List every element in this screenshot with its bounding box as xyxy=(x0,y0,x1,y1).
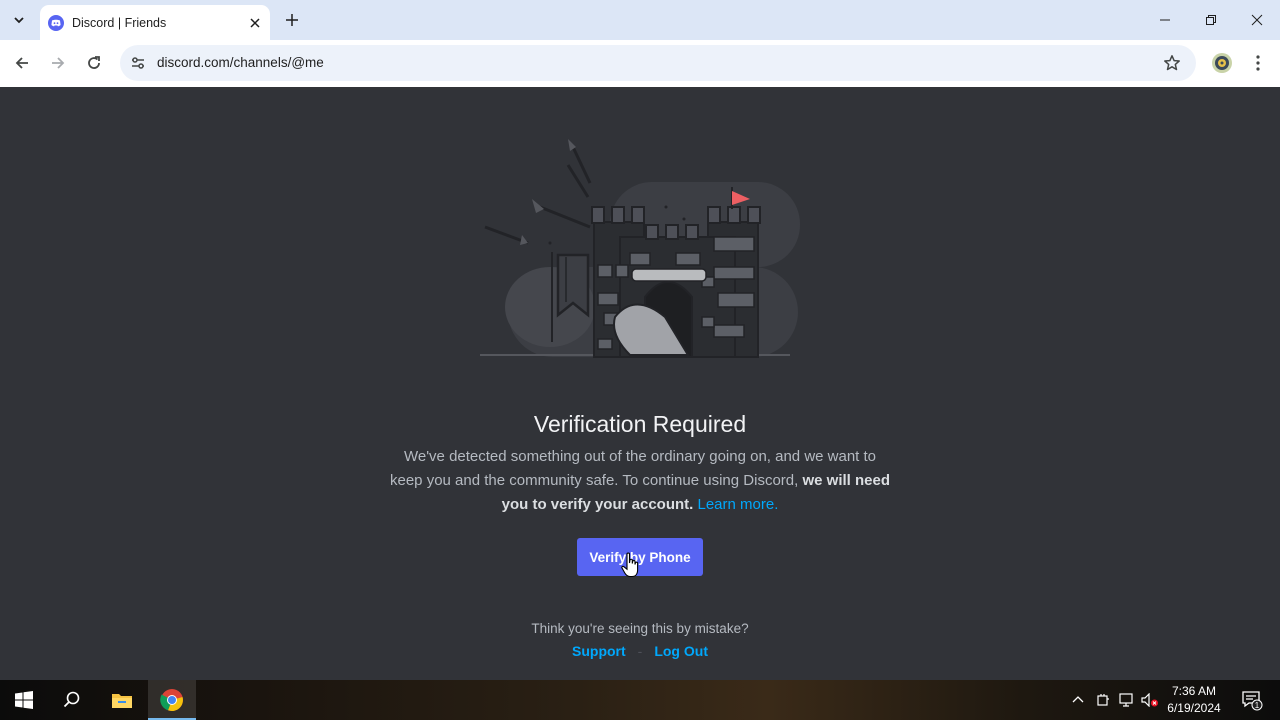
windows-taskbar: 7:36 AM 6/19/2024 1 xyxy=(0,680,1280,720)
show-hidden-icons-button[interactable] xyxy=(1068,690,1088,710)
file-explorer-icon xyxy=(112,694,132,708)
chevron-down-icon xyxy=(14,17,24,24)
notification-count: 1 xyxy=(1255,701,1260,710)
hand-cursor-icon xyxy=(621,552,639,578)
castle-illustration xyxy=(480,139,800,358)
network-button[interactable] xyxy=(1117,690,1137,710)
restore-button[interactable] xyxy=(1188,0,1234,40)
tab-title: Discord | Friends xyxy=(72,15,167,30)
notification-icon: 1 xyxy=(1242,691,1263,711)
tab-strip: Discord | Friends xyxy=(0,0,1280,40)
address-bar[interactable]: discord.com/channels/@me xyxy=(120,45,1196,81)
chrome-menu-button[interactable] xyxy=(1246,50,1270,76)
clock-time: 7:36 AM xyxy=(1171,684,1217,698)
url-text: discord.com/channels/@me xyxy=(157,55,324,70)
discord-verification-page: Verification Required We've detected som… xyxy=(0,87,1280,680)
page-title: Verification Required xyxy=(533,411,747,437)
volume-button[interactable] xyxy=(1140,690,1160,710)
extension-icon xyxy=(1212,53,1232,73)
logout-link[interactable]: Log Out xyxy=(654,643,708,659)
search-icon xyxy=(63,691,80,708)
support-link[interactable]: Support xyxy=(572,643,626,659)
restore-icon xyxy=(1206,15,1216,25)
footer-links: Support - Log Out xyxy=(0,643,1280,659)
forward-button[interactable] xyxy=(44,49,72,77)
extension-button[interactable] xyxy=(1209,50,1235,76)
network-icon xyxy=(1119,693,1133,707)
forward-arrow-icon xyxy=(52,57,65,69)
action-center-button[interactable]: 1 xyxy=(1232,680,1272,720)
reload-icon xyxy=(88,56,100,69)
chrome-icon xyxy=(160,689,183,712)
kebab-menu-icon xyxy=(1256,55,1260,71)
tray-app-button[interactable] xyxy=(1093,690,1113,710)
verification-description: We've detected something out of the ordi… xyxy=(390,445,890,517)
browser-tab[interactable]: Discord | Friends xyxy=(40,5,270,40)
browser-toolbar: discord.com/channels/@me xyxy=(0,40,1280,87)
link-separator: - xyxy=(637,643,643,659)
plus-icon xyxy=(286,14,298,26)
back-arrow-icon xyxy=(15,57,28,69)
tab-search-button[interactable] xyxy=(6,7,32,33)
back-button[interactable] xyxy=(8,49,36,77)
reload-button[interactable] xyxy=(80,49,108,77)
learn-more-link[interactable]: Learn more. xyxy=(698,496,779,513)
star-icon xyxy=(1164,55,1180,71)
volume-muted-icon xyxy=(1141,693,1158,707)
start-button[interactable] xyxy=(0,680,48,720)
close-window-button[interactable] xyxy=(1234,0,1280,40)
tray-app-icon xyxy=(1097,694,1109,706)
minimize-button[interactable] xyxy=(1142,0,1188,40)
bookmark-button[interactable] xyxy=(1160,51,1184,75)
site-info-button[interactable] xyxy=(126,51,150,75)
file-explorer-button[interactable] xyxy=(98,680,146,720)
system-clock[interactable]: 7:36 AM 6/19/2024 xyxy=(1162,683,1226,717)
windows-start-icon xyxy=(15,691,33,709)
close-icon xyxy=(1251,14,1263,26)
taskbar-search-button[interactable] xyxy=(48,680,96,720)
chevron-up-icon xyxy=(1072,696,1084,703)
close-icon xyxy=(250,17,260,28)
discord-icon xyxy=(48,14,64,31)
minimize-icon xyxy=(1160,19,1170,21)
clock-date: 6/19/2024 xyxy=(1167,701,1221,715)
tune-icon xyxy=(132,57,144,69)
new-tab-button[interactable] xyxy=(280,8,304,32)
mistake-text: Think you're seeing this by mistake? xyxy=(531,621,749,636)
chrome-taskbar-button[interactable] xyxy=(148,680,196,720)
close-tab-button[interactable] xyxy=(244,12,266,34)
